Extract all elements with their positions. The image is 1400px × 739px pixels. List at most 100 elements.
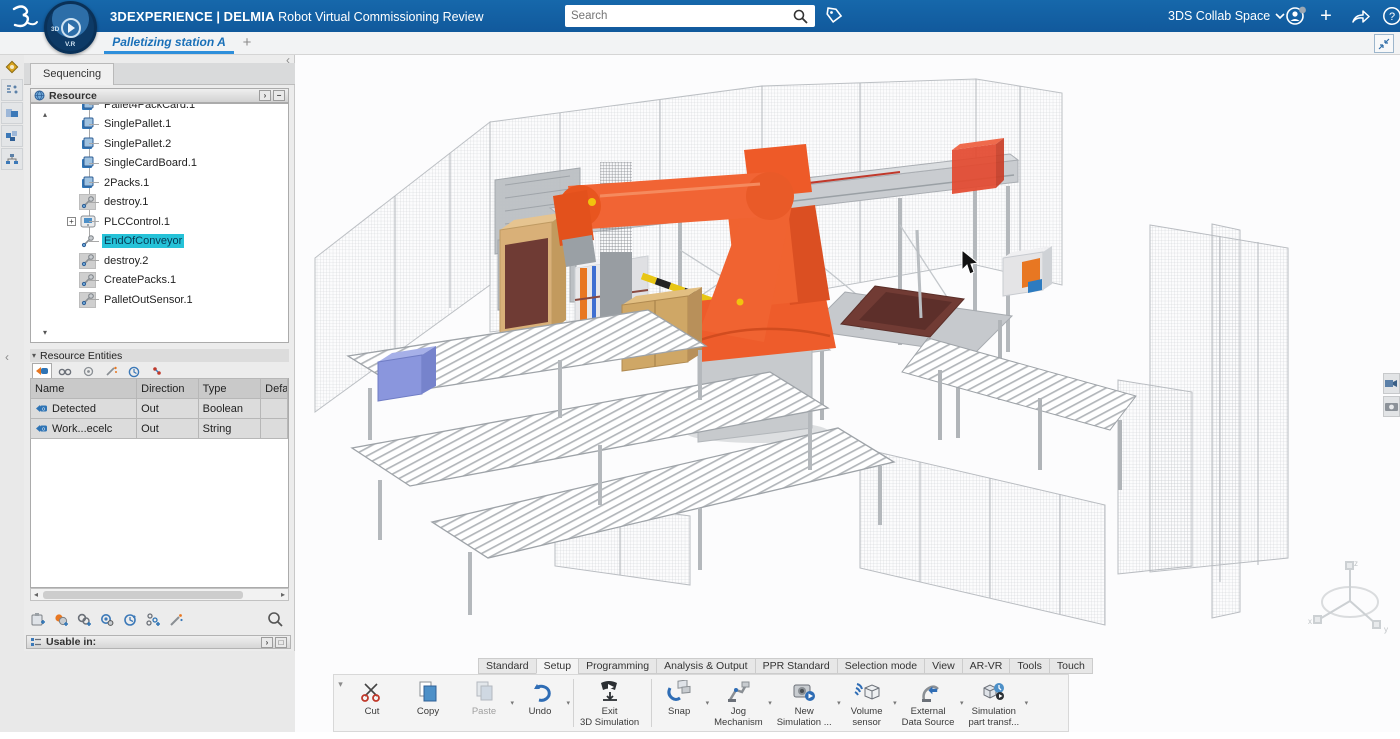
- usable-in-restore-button[interactable]: □: [275, 637, 287, 648]
- scrollbar-thumb[interactable]: [43, 591, 243, 599]
- resource-tree[interactable]: ▴ ▾ Pallet4PackCard.1 SinglePallet.1 Sin…: [30, 103, 289, 343]
- simulation-part-transfer-button[interactable]: Simulationpart transf... ▾: [964, 675, 1029, 731]
- table-row-workpiece[interactable]: o Work...ecelc Out String: [31, 419, 288, 439]
- add-gears-button[interactable]: [74, 610, 94, 630]
- scroll-left-arrow[interactable]: ◂: [34, 590, 38, 599]
- tree-item-2packs[interactable]: 2Packs.1: [31, 173, 288, 193]
- entity-tab-time[interactable]: [124, 365, 144, 378]
- resource-expand-button[interactable]: ›: [259, 90, 271, 101]
- ribbon-tab-view[interactable]: View: [924, 658, 962, 674]
- resource-minimize-button[interactable]: −: [273, 90, 285, 101]
- ribbon-tab-ppr-standard[interactable]: PPR Standard: [755, 658, 837, 674]
- entity-tab-wizard[interactable]: [101, 365, 121, 378]
- dropdown-caret-icon[interactable]: ▾: [706, 699, 710, 707]
- entity-tab-parameters[interactable]: [32, 363, 52, 378]
- ribbon-tab-analysis-output[interactable]: Analysis & Output: [656, 658, 754, 674]
- dropdown-caret-icon[interactable]: ▾: [566, 699, 570, 707]
- add-hierarchy-button[interactable]: [143, 610, 163, 630]
- volume-sensor-button[interactable]: Volumesensor ▾: [842, 675, 898, 731]
- collab-space-selector[interactable]: 3DS Collab Space: [1168, 0, 1285, 32]
- compass-diamond-icon[interactable]: [1, 56, 23, 78]
- dropdown-caret-icon[interactable]: ▾: [837, 699, 841, 707]
- paste-button[interactable]: Paste ▾: [459, 675, 515, 731]
- column-header-default[interactable]: Defa...alue: [260, 378, 288, 399]
- entity-search-button[interactable]: [265, 610, 285, 630]
- tab-sequencing[interactable]: Sequencing: [30, 63, 114, 85]
- 3ds-logo[interactable]: [8, 3, 42, 29]
- tag-button[interactable]: [824, 0, 844, 32]
- ribbon-tab-tools[interactable]: Tools: [1009, 658, 1049, 674]
- dropdown-caret-icon[interactable]: ▾: [768, 699, 772, 707]
- external-data-source-button[interactable]: ExternalData Source ▾: [898, 675, 965, 731]
- document-tab[interactable]: Palletizing station A: [104, 32, 234, 55]
- tree-item-singlepallet1[interactable]: SinglePallet.1: [31, 115, 288, 135]
- 3d-viewport[interactable]: x y z: [295, 55, 1400, 739]
- video-capture-button[interactable]: [1383, 373, 1400, 394]
- dropdown-caret-icon[interactable]: ▾: [893, 699, 897, 707]
- entity-tab-reference[interactable]: [78, 365, 98, 378]
- rail-behavior-tool[interactable]: [1, 79, 23, 101]
- ribbon-tab-ar-vr[interactable]: AR-VR: [962, 658, 1010, 674]
- table-horizontal-scrollbar[interactable]: ◂ ▸: [30, 588, 289, 601]
- exit-3d-simulation-button[interactable]: Exit3D Simulation: [576, 675, 649, 731]
- tree-expander-plus[interactable]: +: [67, 217, 76, 226]
- ribbon-tab-setup[interactable]: Setup: [536, 658, 578, 674]
- new-tab-button[interactable]: +: [238, 34, 256, 52]
- snap-button[interactable]: Snap ▾: [654, 675, 710, 731]
- usable-in-expand-button[interactable]: ›: [261, 637, 273, 648]
- time-refresh-button[interactable]: [120, 610, 140, 630]
- compass-3d-label[interactable]: 3D: [51, 26, 59, 33]
- search-box[interactable]: [565, 5, 815, 27]
- tree-item-endofconveyor[interactable]: EndOfConveyor: [31, 232, 288, 252]
- table-row-detected[interactable]: o Detected Out Boolean: [31, 399, 288, 419]
- tree-item-palletoutsensor[interactable]: PalletOutSensor.1: [31, 290, 288, 310]
- tree-item-destroy2[interactable]: destroy.2: [31, 251, 288, 271]
- 3dexperience-compass[interactable]: 3D V.R: [44, 1, 97, 54]
- help-button[interactable]: ?: [1381, 0, 1400, 32]
- tree-item-singlepallet2[interactable]: SinglePallet.2: [31, 134, 288, 154]
- ribbon-tab-standard[interactable]: Standard: [478, 658, 536, 674]
- compass-vr-label[interactable]: V.R: [65, 41, 75, 48]
- compass-play-icon[interactable]: [61, 18, 81, 38]
- rail-apps-tool[interactable]: [1, 125, 23, 147]
- rail-catalog-tool[interactable]: [1, 102, 23, 124]
- usable-in-header[interactable]: Usable in: › □: [26, 635, 291, 649]
- gear-search-button[interactable]: [97, 610, 117, 630]
- dropdown-caret-icon[interactable]: ▾: [1025, 699, 1029, 707]
- ribbon-tab-programming[interactable]: Programming: [578, 658, 656, 674]
- wand-edit-button[interactable]: [166, 610, 186, 630]
- column-header-name[interactable]: Name: [30, 378, 137, 399]
- new-simulation-button[interactable]: NewSimulation ... ▾: [773, 675, 842, 731]
- jog-mechanism-button[interactable]: JogMechanism ▾: [710, 675, 773, 731]
- user-profile-button[interactable]: [1283, 0, 1309, 32]
- cut-button[interactable]: Cut: [347, 675, 403, 731]
- column-header-direction[interactable]: Direction: [136, 378, 199, 399]
- tree-item-pallet4packcard[interactable]: Pallet4PackCard.1: [31, 103, 288, 115]
- add-content-button[interactable]: +: [1315, 0, 1337, 32]
- add-parameter-button[interactable]: [51, 610, 71, 630]
- search-icon[interactable]: [791, 8, 811, 24]
- tree-scroll-down-icon[interactable]: ▾: [43, 328, 47, 337]
- section-collapse-triangle-icon[interactable]: ▾: [32, 351, 36, 360]
- resource-entities-header[interactable]: ▾ Resource Entities: [30, 349, 289, 362]
- share-button[interactable]: [1348, 0, 1372, 32]
- toolbar-collapse-chevron[interactable]: ▾: [334, 675, 347, 731]
- ribbon-tab-selection-mode[interactable]: Selection mode: [837, 658, 924, 674]
- rail-hierarchy-tool[interactable]: [1, 148, 23, 170]
- copy-button[interactable]: Copy: [403, 675, 459, 731]
- tree-item-createpacks[interactable]: CreatePacks.1: [31, 271, 288, 291]
- undo-button[interactable]: Undo ▾: [515, 675, 571, 731]
- ribbon-tab-touch[interactable]: Touch: [1049, 658, 1093, 674]
- entity-tab-ports[interactable]: [147, 365, 167, 378]
- search-input[interactable]: [565, 10, 791, 22]
- dropdown-caret-icon[interactable]: ▾: [510, 699, 514, 707]
- tree-item-singlecardboard[interactable]: SingleCardBoard.1: [31, 154, 288, 174]
- entity-tab-relations[interactable]: [55, 365, 75, 378]
- scroll-right-arrow[interactable]: ▸: [281, 590, 285, 599]
- photo-capture-button[interactable]: [1383, 396, 1400, 417]
- resource-section-header[interactable]: Resource › −: [30, 88, 289, 103]
- dropdown-caret-icon[interactable]: ▾: [960, 699, 964, 707]
- tree-item-plccontrol[interactable]: + PLCControl.1: [31, 212, 288, 232]
- add-clipboard-button[interactable]: [28, 610, 48, 630]
- panel-collapse-chevron-left[interactable]: ‹: [5, 350, 9, 364]
